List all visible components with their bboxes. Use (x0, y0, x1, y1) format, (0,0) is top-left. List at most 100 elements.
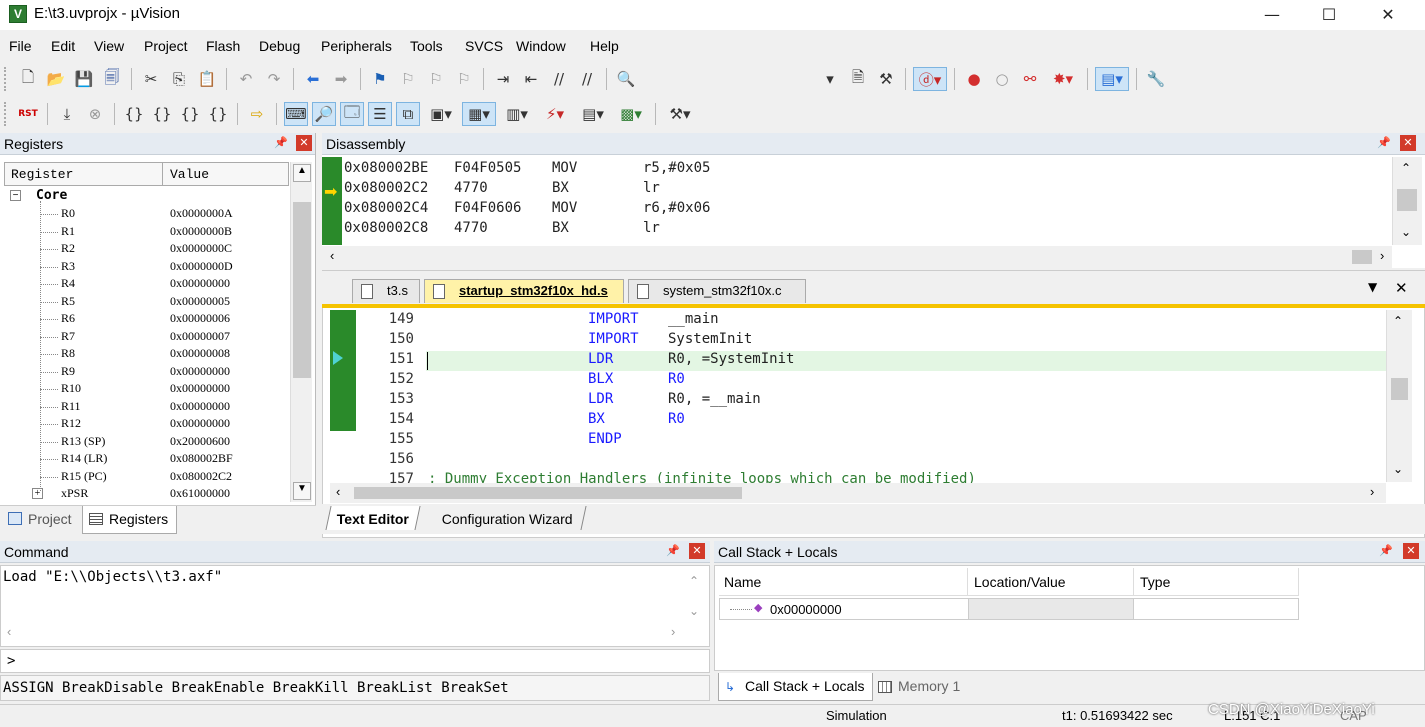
register-value[interactable]: 0x00000005 (170, 294, 230, 309)
next-bookmark-icon[interactable]: ⚐ (424, 67, 448, 91)
unindent-icon[interactable]: ⇤ (519, 67, 543, 91)
editor-hscrollbar[interactable]: ‹ › (330, 483, 1386, 503)
tab-text-editor[interactable]: Text Editor (325, 506, 421, 530)
open-folder-icon[interactable]: 📂 (44, 67, 68, 91)
tab-memory-1[interactable]: Memory 1 (874, 675, 968, 699)
kill-breakpoints-icon[interactable]: ✸▾ (1046, 67, 1080, 91)
code-line[interactable]: 157 ; Dummy Exception Handlers (infinite … (330, 471, 1386, 483)
menu-view[interactable]: View (94, 38, 124, 54)
comment-icon[interactable]: // (547, 67, 571, 91)
tab-project[interactable]: Project (4, 508, 78, 532)
serial-window-icon[interactable]: ▥▾ (500, 102, 534, 126)
register-value[interactable]: 0x00000000 (170, 276, 230, 291)
menu-help[interactable]: Help (590, 38, 619, 54)
copy-icon[interactable]: ⎘ (167, 67, 191, 91)
analysis-window-icon[interactable]: ⚡▾ (538, 102, 572, 126)
tab-startup-stm32f10x-hd-s[interactable]: startup_stm32f10x_hd.s (424, 279, 624, 303)
enable-breakpoint-icon[interactable]: ○ (990, 67, 1014, 91)
memory-window-icon[interactable]: ▦▾ (462, 102, 496, 126)
menu-project[interactable]: Project (144, 38, 188, 54)
reset-button[interactable]: RST (16, 102, 40, 126)
code-line[interactable]: 150 IMPORT SystemInit (330, 331, 1386, 351)
show-next-statement-icon[interactable]: ⇨ (245, 102, 269, 126)
window-layout-icon[interactable]: ▤▾ (1095, 67, 1129, 91)
uncomment-icon[interactable]: // (575, 67, 599, 91)
menu-flash[interactable]: Flash (206, 38, 240, 54)
command-window-icon[interactable]: ⌨ (284, 102, 308, 126)
register-value[interactable]: 0x0000000D (170, 259, 233, 274)
redo-icon[interactable]: ↷ (262, 67, 286, 91)
tab-registers[interactable]: Registers (82, 506, 178, 534)
menu-edit[interactable]: Edit (51, 38, 75, 54)
pin-icon[interactable]: 📌 (273, 135, 289, 151)
navigate-forward-icon[interactable]: ➡ (329, 67, 353, 91)
code-line[interactable]: 151 LDR R0, =SystemInit (330, 351, 1386, 371)
watch-window-icon[interactable]: ▣▾ (424, 102, 458, 126)
target-dropdown-icon[interactable]: ▾ (818, 67, 842, 91)
menu-peripherals[interactable]: Peripherals (321, 38, 392, 54)
disassembly-scrollbar[interactable]: ⌃ ⌄ (1392, 157, 1422, 245)
disassembly-hscrollbar[interactable]: ‹ › (322, 246, 1392, 268)
run-icon[interactable]: ⤓ (55, 102, 79, 126)
close-panel-icon[interactable]: ✕ (689, 543, 705, 559)
editor-code[interactable]: 149 IMPORT __main 150 IMPORT SystemInit 151 LDR… (0, 311, 1386, 483)
menu-svcs[interactable]: SVCS (465, 38, 503, 54)
code-line[interactable]: 153 LDR R0, =__main (330, 391, 1386, 411)
minimize-icon[interactable]: — (1243, 0, 1301, 30)
disassembly-window-icon[interactable]: 🔎 (312, 102, 336, 126)
build-log-icon[interactable]: 🗎 (846, 67, 870, 91)
bookmark-icon[interactable]: ⚑ (368, 67, 392, 91)
wrench-icon[interactable]: 🔧 (1144, 67, 1168, 91)
stop-icon[interactable]: ⊗ (83, 102, 107, 126)
expand-icon[interactable]: + (32, 488, 43, 499)
configure-icon[interactable]: ⚒ (874, 67, 898, 91)
tab-call-stack-locals[interactable]: ↳ Call Stack + Locals (718, 673, 874, 701)
undo-icon[interactable]: ↶ (234, 67, 258, 91)
close-panel-icon[interactable]: ✕ (296, 135, 312, 151)
code-line[interactable]: 149 IMPORT __main (330, 311, 1386, 331)
new-file-icon[interactable]: 🗋 (16, 67, 40, 91)
system-viewer-icon[interactable]: ▩▾ (614, 102, 648, 126)
editor-scrollbar[interactable]: ⌃ ⌄ (1386, 310, 1412, 482)
code-line[interactable]: 154 BX R0 (330, 411, 1386, 431)
clear-bookmarks-icon[interactable]: ⚐ (452, 67, 476, 91)
step-out-icon[interactable]: {} (178, 102, 202, 126)
paste-icon[interactable]: 📋 (195, 67, 219, 91)
step-over-icon[interactable]: {} (150, 102, 174, 126)
menu-file[interactable]: File (9, 38, 32, 54)
registers-window-icon[interactable]: ☰ (368, 102, 392, 126)
navigate-back-icon[interactable]: ⬅ (301, 67, 325, 91)
close-icon[interactable]: ✕ (1359, 0, 1417, 30)
run-to-cursor-icon[interactable]: {} (206, 102, 230, 126)
insert-breakpoint-icon[interactable]: ● (962, 67, 986, 91)
find-in-files-icon[interactable]: 🔍 (614, 67, 638, 91)
pin-icon[interactable]: 📌 (1378, 543, 1394, 559)
code-line[interactable]: 152 BLX R0 (330, 371, 1386, 391)
cut-icon[interactable]: ✂ (139, 67, 163, 91)
call-stack-row[interactable]: ◆ 0x00000000 (719, 598, 1299, 620)
close-tab-icon[interactable]: ✕ (1395, 279, 1408, 297)
menu-tools[interactable]: Tools (410, 38, 443, 54)
code-line[interactable]: 156 (330, 451, 1386, 471)
symbols-window-icon[interactable]: 🗔 (340, 102, 364, 126)
tab-list-dropdown-icon[interactable]: ▼ (1368, 280, 1377, 294)
indent-icon[interactable]: ⇥ (491, 67, 515, 91)
tab-system-stm32f10x-c[interactable]: system_stm32f10x.c (628, 279, 806, 303)
prev-bookmark-icon[interactable]: ⚐ (396, 67, 420, 91)
tab-configuration-wizard[interactable]: Configuration Wizard (429, 506, 587, 530)
command-input[interactable]: > (0, 649, 710, 673)
close-panel-icon[interactable]: ✕ (1400, 135, 1416, 151)
menu-debug[interactable]: Debug (259, 38, 300, 54)
trace-window-icon[interactable]: ▤▾ (576, 102, 610, 126)
call-stack-window-icon[interactable]: ⧉ (396, 102, 420, 126)
tab-t3-s[interactable]: t3.s (352, 279, 420, 303)
step-into-icon[interactable]: {} (122, 102, 146, 126)
pin-icon[interactable]: 📌 (1376, 135, 1392, 151)
disable-breakpoints-icon[interactable]: ⚯ (1018, 67, 1042, 91)
save-all-icon[interactable]: 🗐 (100, 67, 124, 91)
close-panel-icon[interactable]: ✕ (1403, 543, 1419, 559)
pin-icon[interactable]: 📌 (665, 543, 681, 559)
register-value[interactable]: 0x61000000 (170, 486, 230, 501)
save-icon[interactable]: 💾 (72, 67, 96, 91)
maximize-icon[interactable]: ☐ (1300, 0, 1358, 30)
